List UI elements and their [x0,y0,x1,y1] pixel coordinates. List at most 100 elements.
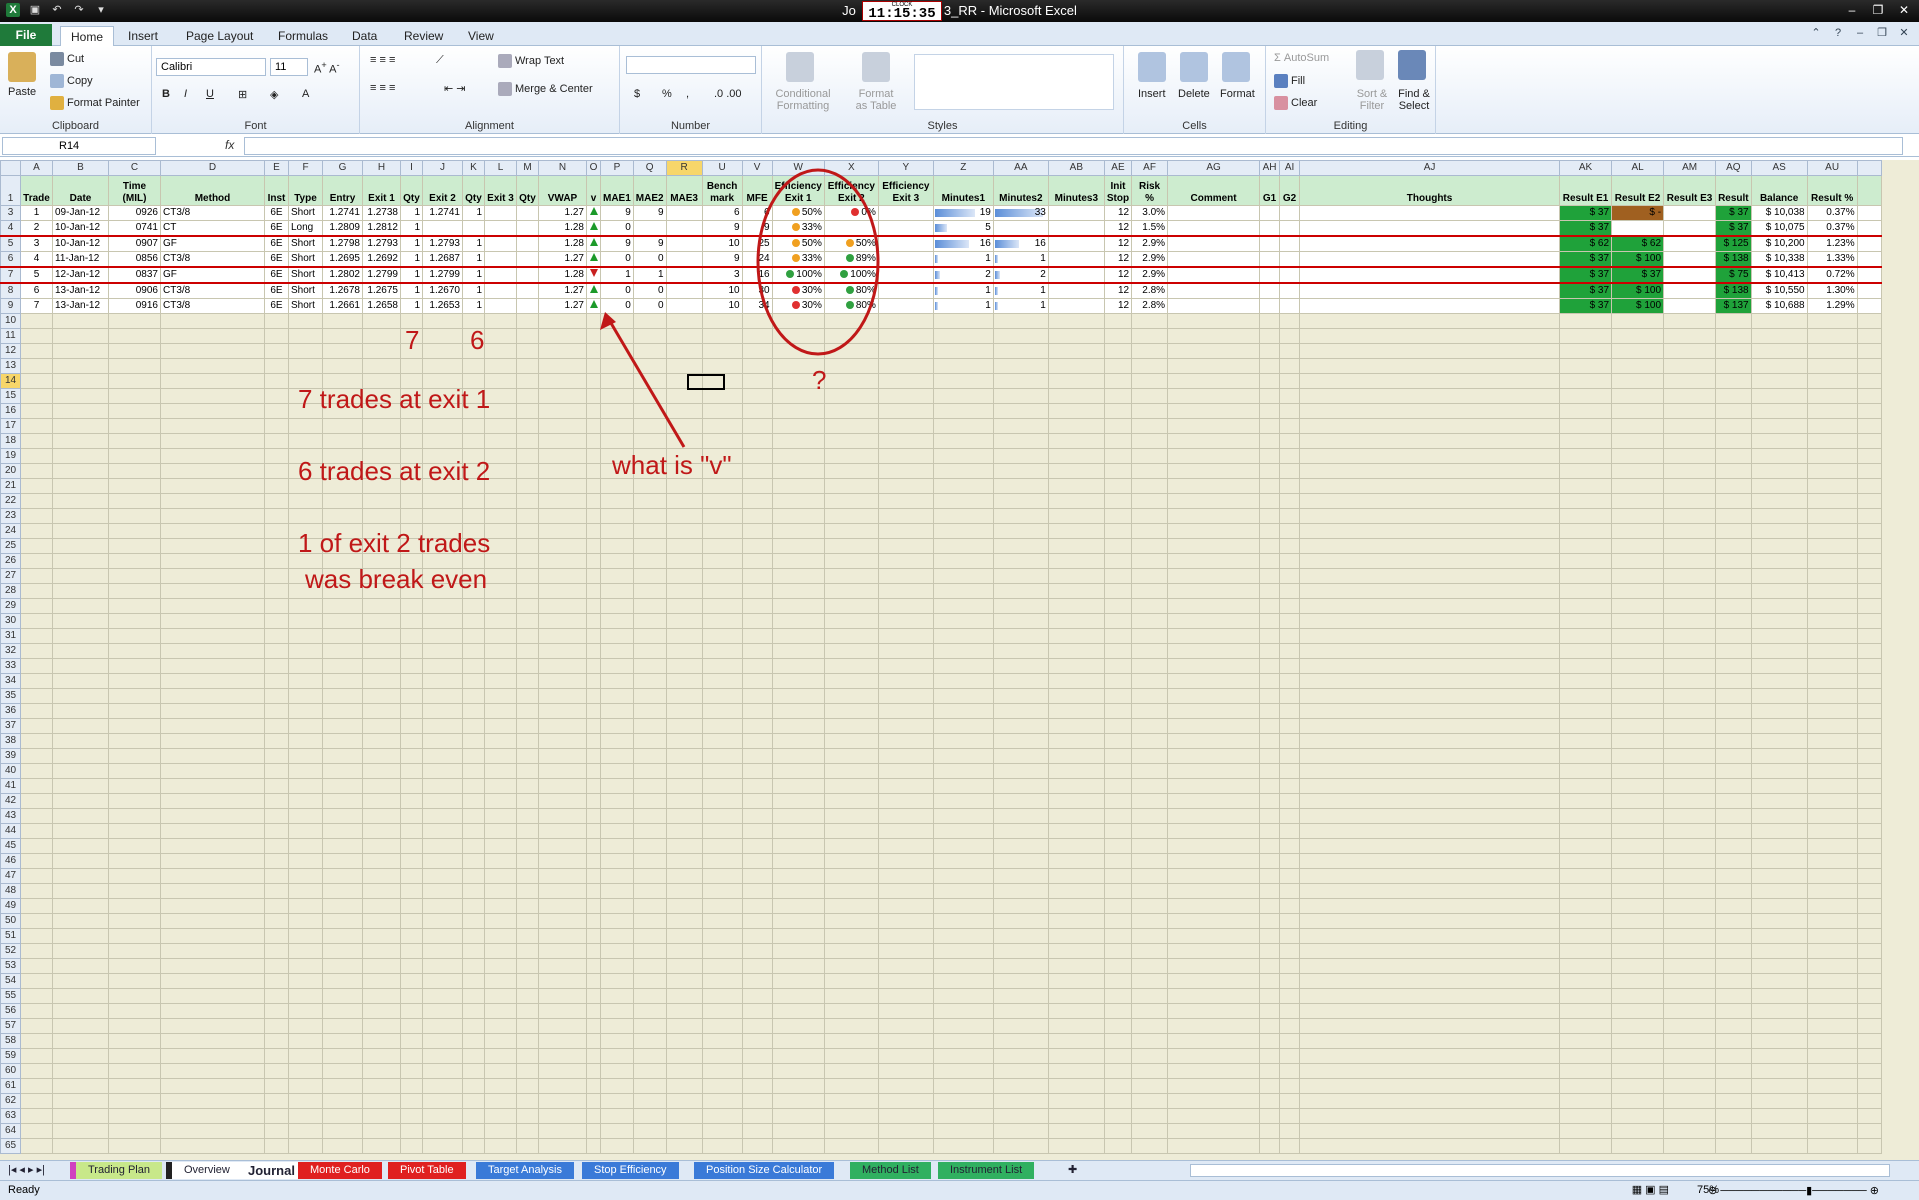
table-cell[interactable] [1663,808,1717,824]
table-cell[interactable] [1167,898,1261,914]
table-cell[interactable] [20,643,53,659]
table-cell[interactable] [160,748,265,764]
table-cell[interactable] [288,793,323,809]
table-cell[interactable] [1279,823,1301,839]
table-cell[interactable] [538,508,587,524]
table-cell[interactable] [20,1093,53,1109]
table-cell[interactable] [1806,673,1858,689]
table-cell[interactable] [422,553,463,569]
table-cell[interactable] [932,373,994,389]
row-header[interactable]: 65 [0,1138,21,1154]
table-cell[interactable] [1663,523,1717,539]
table-cell[interactable] [1279,1018,1301,1034]
table-cell[interactable] [462,553,485,569]
table-cell[interactable] [665,958,703,974]
table-cell[interactable] [600,403,634,419]
table-cell[interactable]: 0 [600,282,634,299]
table-cell[interactable] [52,358,109,374]
table-cell[interactable] [1750,313,1808,329]
table-cell[interactable] [701,838,743,854]
table-cell[interactable] [1167,658,1261,674]
table-cell[interactable] [422,748,463,764]
table-cell[interactable] [160,973,265,989]
table-cell[interactable] [20,763,53,779]
table-cell[interactable] [484,643,517,659]
table-cell[interactable] [1047,358,1105,374]
table-cell[interactable] [1167,313,1261,329]
table-cell[interactable] [1259,598,1281,614]
table-cell[interactable] [538,358,587,374]
minimize-workbook-icon[interactable]: – [1853,26,1867,40]
table-cell[interactable] [586,853,601,869]
table-cell[interactable] [538,763,587,779]
table-cell[interactable] [877,266,934,284]
table-cell[interactable] [1806,883,1858,899]
table-cell[interactable] [516,973,539,989]
table-cell[interactable] [1750,1138,1808,1154]
table-cell[interactable] [992,568,1049,584]
table-cell[interactable] [160,778,265,794]
row-header[interactable]: 3 [0,205,21,221]
table-cell[interactable] [1750,718,1808,734]
table-cell[interactable] [586,1138,601,1154]
table-cell[interactable] [877,733,934,749]
table-cell[interactable] [322,808,363,824]
table-cell[interactable] [665,583,703,599]
table-cell[interactable] [1750,1018,1808,1034]
table-cell[interactable] [586,598,601,614]
table-cell[interactable] [771,793,825,809]
table-cell[interactable] [160,1018,265,1034]
table-cell[interactable] [400,358,423,374]
table-cell[interactable] [632,1003,667,1019]
table-cell[interactable] [1663,958,1717,974]
grow-font-icon[interactable]: A+ A- [314,60,340,76]
table-cell[interactable] [1103,1078,1133,1094]
table-cell[interactable] [1103,868,1133,884]
table-cell[interactable] [1663,898,1717,914]
table-cell[interactable] [877,358,934,374]
table-cell[interactable] [1663,928,1717,944]
table-cell[interactable] [52,853,109,869]
table-cell[interactable] [600,778,634,794]
table-cell[interactable] [586,266,601,284]
tab-file[interactable]: File [0,24,52,46]
table-cell[interactable] [1715,778,1752,794]
table-cell[interactable] [108,448,161,464]
table-cell[interactable] [992,583,1049,599]
table-cell[interactable] [1131,1078,1169,1094]
table-cell[interactable]: 50% [771,205,825,221]
table-cell[interactable] [1131,898,1169,914]
table-cell[interactable] [1279,463,1301,479]
table-cell[interactable] [288,1123,323,1139]
table-cell[interactable]: $ 125 [1715,235,1752,252]
table-cell[interactable] [422,1063,463,1079]
table-cell[interactable] [1715,898,1752,914]
table-cell[interactable] [1663,433,1717,449]
table-cell[interactable] [771,928,825,944]
table-cell[interactable] [771,1003,825,1019]
table-cell[interactable] [701,853,743,869]
table-cell[interactable] [1103,403,1133,419]
table-cell[interactable] [1103,673,1133,689]
table-cell[interactable] [665,433,703,449]
table-cell[interactable] [322,568,363,584]
table-cell[interactable] [264,598,289,614]
table-cell[interactable] [1663,598,1717,614]
column-title[interactable]: Minutes1 [932,175,994,206]
table-cell[interactable]: 7 [20,298,53,314]
table-cell[interactable] [877,418,934,434]
table-cell[interactable] [1750,868,1808,884]
table-cell[interactable] [665,853,703,869]
table-cell[interactable] [1167,598,1261,614]
table-cell[interactable] [1806,763,1858,779]
table-cell[interactable] [1663,1018,1717,1034]
table-cell[interactable] [932,808,994,824]
table-cell[interactable]: 0907 [108,235,161,252]
table-cell[interactable] [1750,808,1808,824]
table-cell[interactable] [516,235,539,252]
table-cell[interactable] [1103,343,1133,359]
table-cell[interactable] [771,508,825,524]
table-cell[interactable] [1750,1123,1808,1139]
table-cell[interactable] [665,418,703,434]
table-cell[interactable] [1259,508,1281,524]
